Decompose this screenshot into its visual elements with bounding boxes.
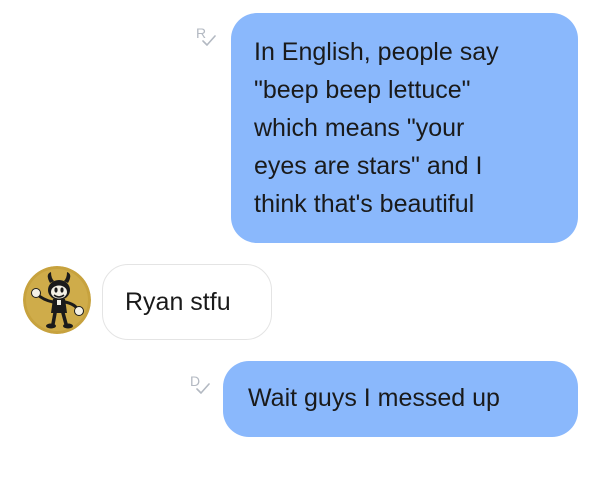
outgoing-message-bubble[interactable]: Wait guys I messed up xyxy=(223,361,578,437)
read-receipt-icon: R xyxy=(196,26,216,48)
message-line: "beep beep lettuce" xyxy=(254,76,471,104)
check-mark-icon xyxy=(202,35,216,46)
message-line: eyes are stars" and I xyxy=(254,152,483,180)
message-line: In English, people say xyxy=(254,38,499,66)
message-text: Wait guys I messed up xyxy=(248,384,500,412)
avatar[interactable] xyxy=(23,266,91,334)
message-text: Ryan stfu xyxy=(125,288,231,316)
message-line: which means "your xyxy=(254,114,465,142)
incoming-message-bubble[interactable]: Ryan stfu xyxy=(102,264,272,340)
cartoon-character-avatar xyxy=(23,266,91,334)
check-mark-icon xyxy=(196,383,210,394)
outgoing-message-bubble[interactable]: In English, people say "beep beep lettuc… xyxy=(231,13,578,243)
delivered-receipt-icon: D xyxy=(190,374,210,396)
message-line: think that's beautiful xyxy=(254,190,475,218)
